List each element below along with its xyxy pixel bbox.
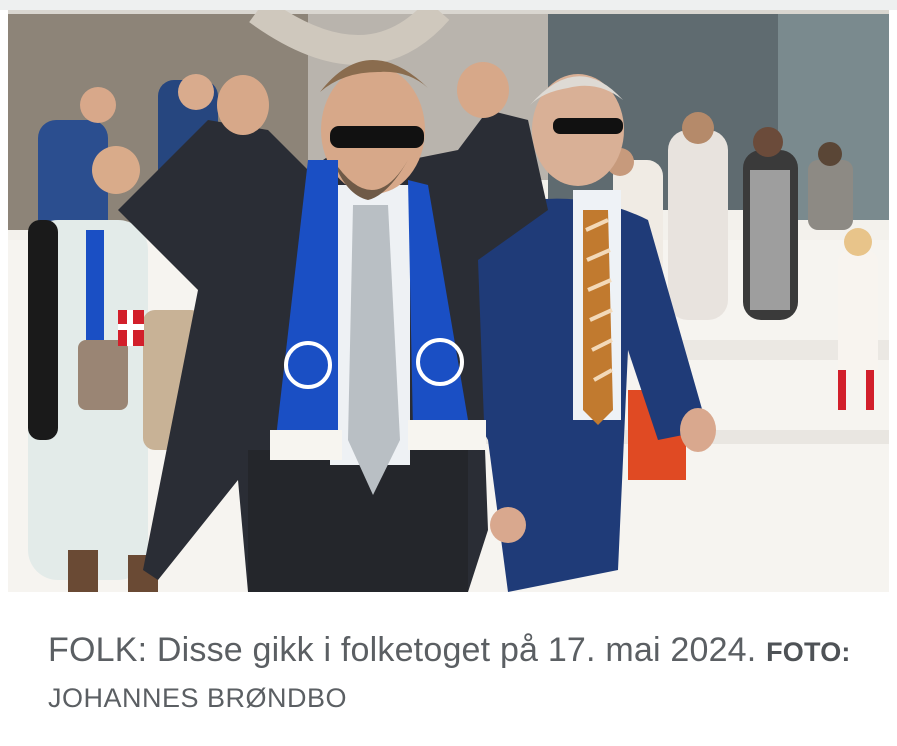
caption-credit-name: JOHANNES BRØNDBO — [48, 683, 348, 713]
article-photo[interactable] — [8, 10, 889, 592]
photo-illustration — [8, 10, 889, 592]
photo-caption: FOLK: Disse gikk i folketoget på 17. mai… — [48, 628, 868, 720]
caption-credit-label: FOTO: — [766, 637, 851, 667]
top-strip — [0, 0, 897, 10]
caption-text: FOLK: Disse gikk i folketoget på 17. mai… — [48, 631, 757, 669]
article-page: FOLK: Disse gikk i folketoget på 17. mai… — [0, 0, 897, 746]
